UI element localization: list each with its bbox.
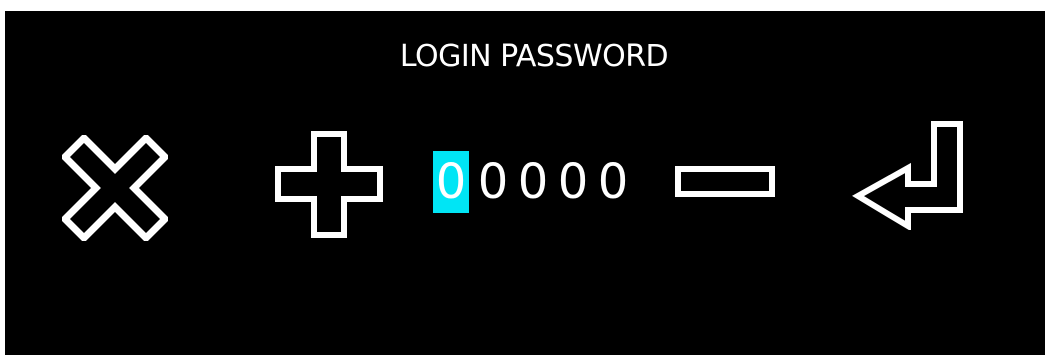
login-password-screen: LOGIN PASSWORD 0 0 0 0 0	[5, 11, 1045, 355]
enter-button[interactable]	[852, 120, 964, 230]
minus-icon	[675, 166, 775, 197]
cancel-button[interactable]	[62, 135, 168, 241]
enter-return-icon	[852, 121, 963, 230]
decrement-button[interactable]	[674, 164, 776, 200]
password-digit-4[interactable]: 0	[553, 151, 593, 213]
password-digits: 0 0 0 0 0	[433, 151, 633, 213]
password-digit-1[interactable]: 0	[433, 151, 469, 213]
increment-button[interactable]	[274, 131, 384, 239]
password-digit-3[interactable]: 0	[513, 151, 553, 213]
plus-icon	[275, 131, 383, 238]
password-digit-5[interactable]: 0	[593, 151, 633, 213]
close-x-icon	[62, 135, 168, 241]
page-title: LOGIN PASSWORD	[399, 39, 669, 74]
password-digit-2[interactable]: 0	[473, 151, 513, 213]
